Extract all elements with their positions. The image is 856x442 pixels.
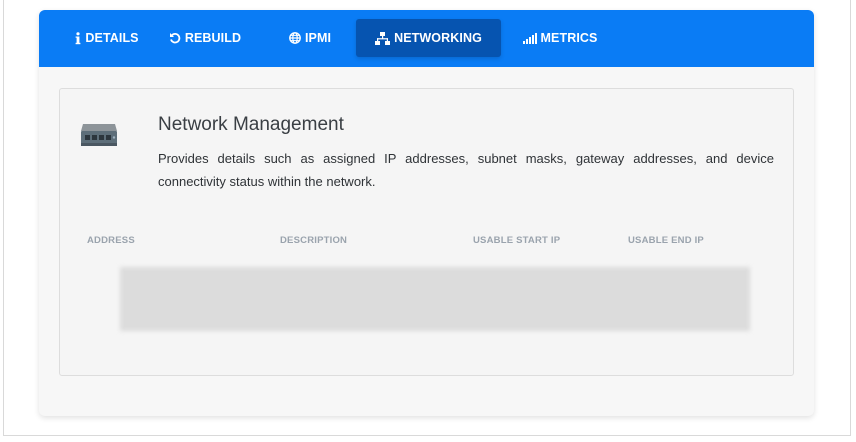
globe-icon bbox=[289, 32, 301, 44]
signal-bars-icon bbox=[522, 32, 537, 44]
table-loading-placeholder bbox=[120, 267, 750, 331]
tab-details-label: DETAILS bbox=[85, 31, 139, 45]
tab-metrics-label: METRICS bbox=[540, 31, 598, 45]
column-header-address: ADDRESS bbox=[87, 235, 135, 246]
tab-networking-label: NETWORKING bbox=[394, 31, 482, 45]
panel-title: Network Management bbox=[158, 114, 344, 135]
tab-rebuild-label: REBUILD bbox=[184, 31, 242, 45]
info-icon bbox=[75, 31, 81, 45]
tab-metrics[interactable]: METRICS bbox=[517, 19, 603, 57]
column-header-description: DESCRIPTION bbox=[280, 235, 348, 246]
panel-description: Provides details such as assigned IP add… bbox=[158, 151, 774, 189]
network-switch-icon bbox=[79, 122, 119, 155]
tab-bar: DETAILS REBUILD IPMI NETWORKING METRICS bbox=[39, 10, 814, 67]
tab-details[interactable]: DETAILS bbox=[57, 19, 157, 57]
tab-ipmi[interactable]: IPMI bbox=[275, 19, 345, 57]
tab-networking[interactable]: NETWORKING bbox=[356, 19, 501, 57]
tab-ipmi-label: IPMI bbox=[304, 31, 332, 45]
server-detail-card: DETAILS REBUILD IPMI NETWORKING METRICS … bbox=[39, 10, 814, 416]
column-header-usable-end-ip: USABLE END IP bbox=[628, 235, 704, 246]
column-header-usable-start-ip: USABLE START IP bbox=[473, 235, 561, 246]
network-icon bbox=[375, 31, 391, 45]
tab-rebuild[interactable]: REBUILD bbox=[160, 19, 250, 57]
undo-icon bbox=[169, 32, 181, 44]
networking-panel: Network Management Provides details such… bbox=[59, 88, 794, 376]
